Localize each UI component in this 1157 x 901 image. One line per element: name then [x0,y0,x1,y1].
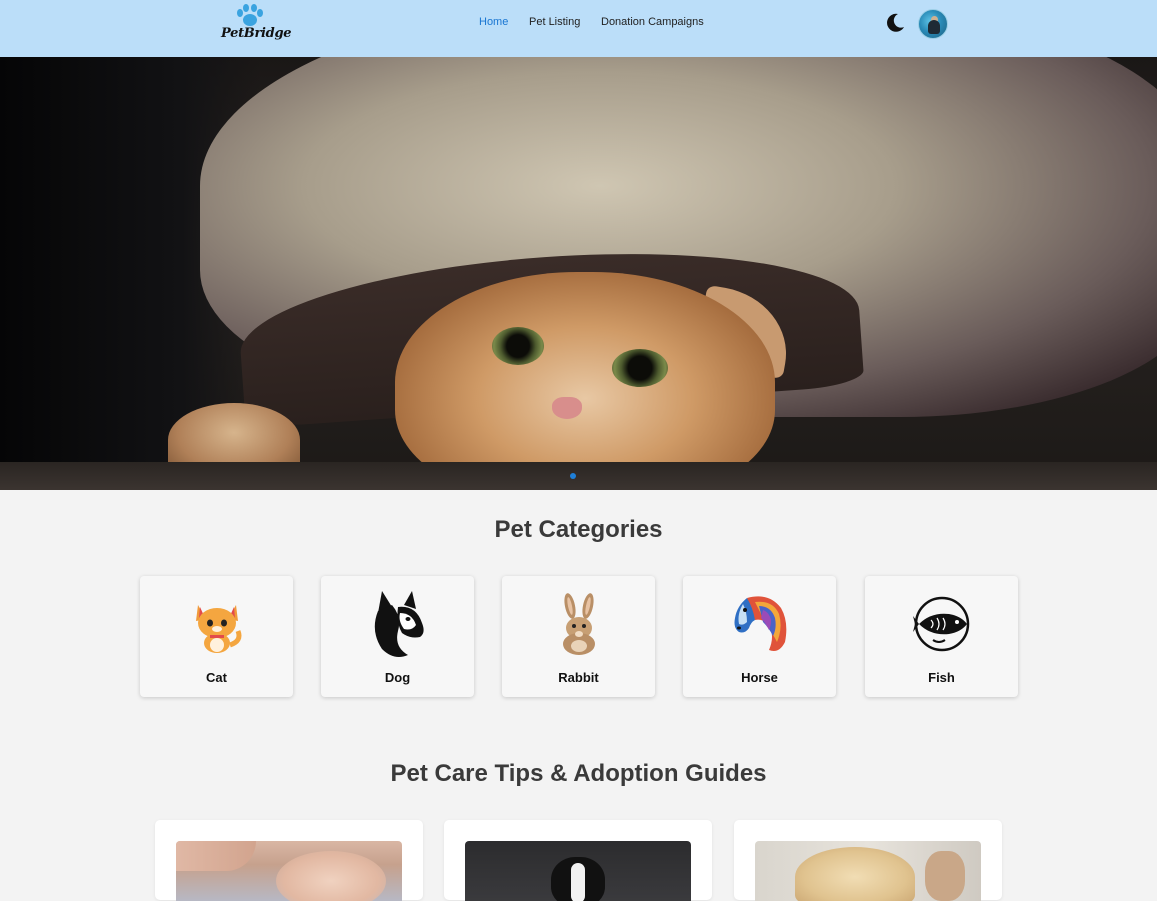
category-card-fish[interactable]: Fish [865,576,1018,697]
categories-title: Pet Categories [494,516,663,543]
category-card-dog[interactable]: Dog [321,576,474,697]
horse-icon [734,596,786,651]
tip-card[interactable] [734,820,1002,901]
dog-icon [374,591,424,657]
category-label: Rabbit [558,670,599,685]
nav-link-donation-campaigns[interactable]: Donation Campaigns [601,16,704,28]
paw-icon [237,4,263,26]
category-label: Horse [741,670,778,685]
nav-link-home[interactable]: Home [479,16,508,28]
fish-icon [912,596,969,652]
petting-cat-photo [176,841,402,901]
navbar: PetBridge Home Pet Listing Donation Camp… [0,0,1157,57]
carousel-indicator-dot[interactable] [570,473,576,479]
cat-photo [395,272,775,490]
nav-link-pet-listing[interactable]: Pet Listing [529,16,580,28]
hero-banner [0,57,1157,490]
category-label: Fish [928,670,955,685]
category-card-rabbit[interactable]: Rabbit [502,576,655,697]
rabbit-icon [562,593,595,655]
category-card-cat[interactable]: Cat [140,576,293,697]
moon-icon[interactable] [884,12,906,34]
tip-card[interactable] [444,820,712,901]
cat-icon [195,605,241,653]
border-collie-photo [465,841,691,901]
user-avatar[interactable] [918,9,948,39]
brand-logo[interactable]: PetBridge [220,4,292,44]
brand-name: PetBridge [221,26,292,41]
tips-title: Pet Care Tips & Adoption Guides [390,760,767,787]
category-label: Cat [206,670,227,685]
tip-card[interactable] [155,820,423,901]
golden-retriever-photo [755,841,981,901]
category-card-horse[interactable]: Horse [683,576,836,697]
category-label: Dog [384,670,411,685]
